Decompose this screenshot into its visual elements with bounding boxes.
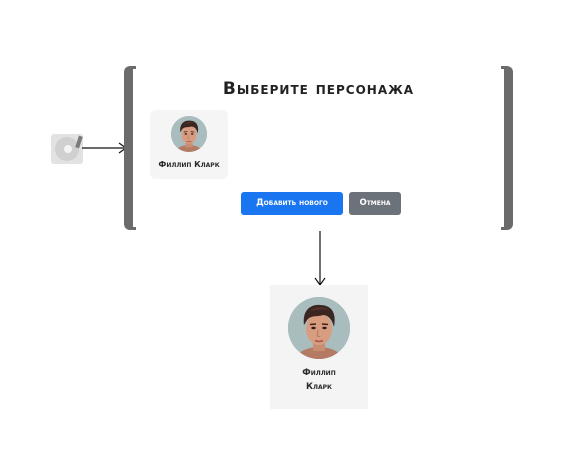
selected-character-last-name: Кларк	[306, 382, 332, 392]
character-select-dialog: Выберите персонажа Филлип Кларк Добавить…	[124, 66, 513, 230]
spinner-center-dot	[64, 145, 72, 153]
character-portrait-icon	[288, 297, 350, 359]
character-avatar	[171, 116, 207, 152]
character-portrait-icon	[171, 116, 207, 152]
spinner-ring	[55, 137, 79, 161]
character-name: Филлип Кларк	[158, 160, 220, 169]
add-new-button[interactable]: Добавить нового	[241, 192, 343, 215]
selected-character-name: Филлип Кларк	[270, 366, 368, 394]
arrow-right-icon	[82, 142, 128, 154]
character-card[interactable]: Филлип Кларк	[150, 110, 228, 179]
selected-character-first-name: Филлип	[302, 368, 336, 378]
dialog-title: Выберите персонажа	[222, 79, 415, 99]
loading-spinner	[51, 134, 83, 164]
arrow-down-icon	[314, 231, 326, 287]
selected-character-card[interactable]: Филлип Кларк	[270, 285, 368, 409]
selected-character-avatar	[288, 297, 350, 359]
cancel-button[interactable]: Отмена	[349, 192, 401, 215]
